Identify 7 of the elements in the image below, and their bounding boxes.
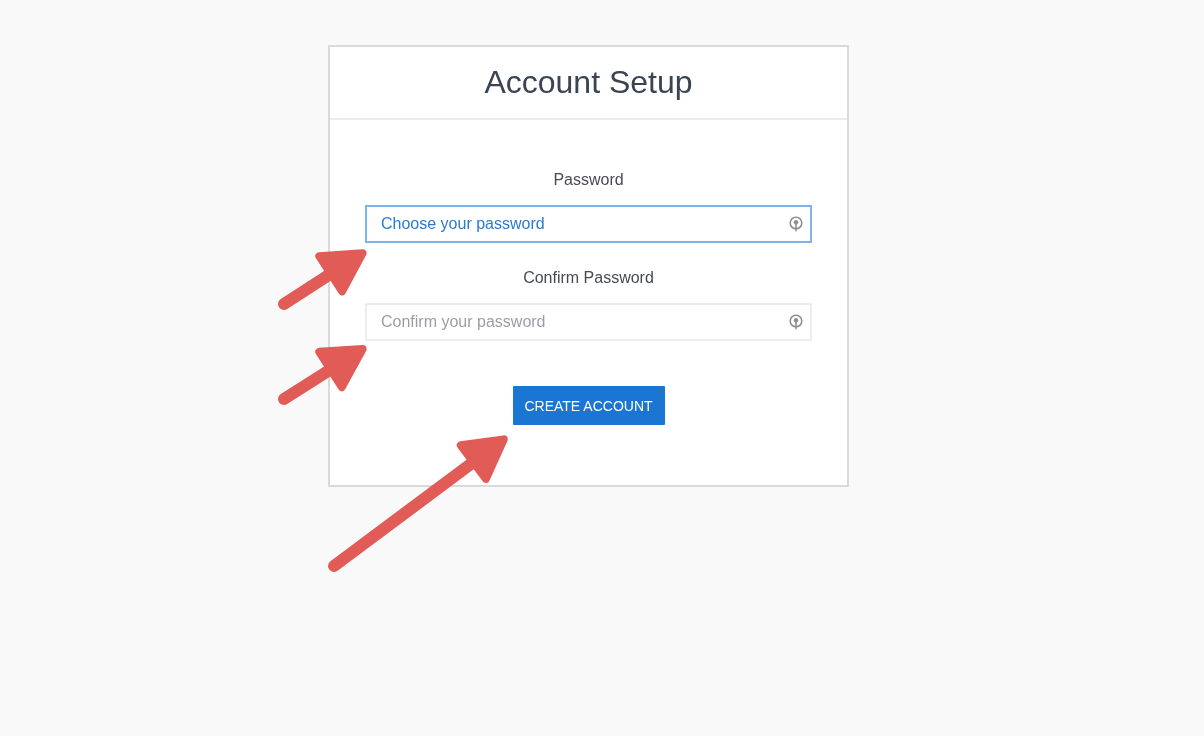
keyhole-icon[interactable] bbox=[789, 314, 803, 330]
create-account-button[interactable]: CREATE ACCOUNT bbox=[512, 386, 665, 425]
field-label: Confirm Password bbox=[523, 268, 654, 288]
card-title: Account Setup bbox=[484, 63, 693, 102]
field-label: Password bbox=[553, 170, 624, 190]
password-field[interactable]: Choose your password bbox=[365, 205, 812, 243]
keyhole-icon[interactable] bbox=[789, 216, 803, 232]
